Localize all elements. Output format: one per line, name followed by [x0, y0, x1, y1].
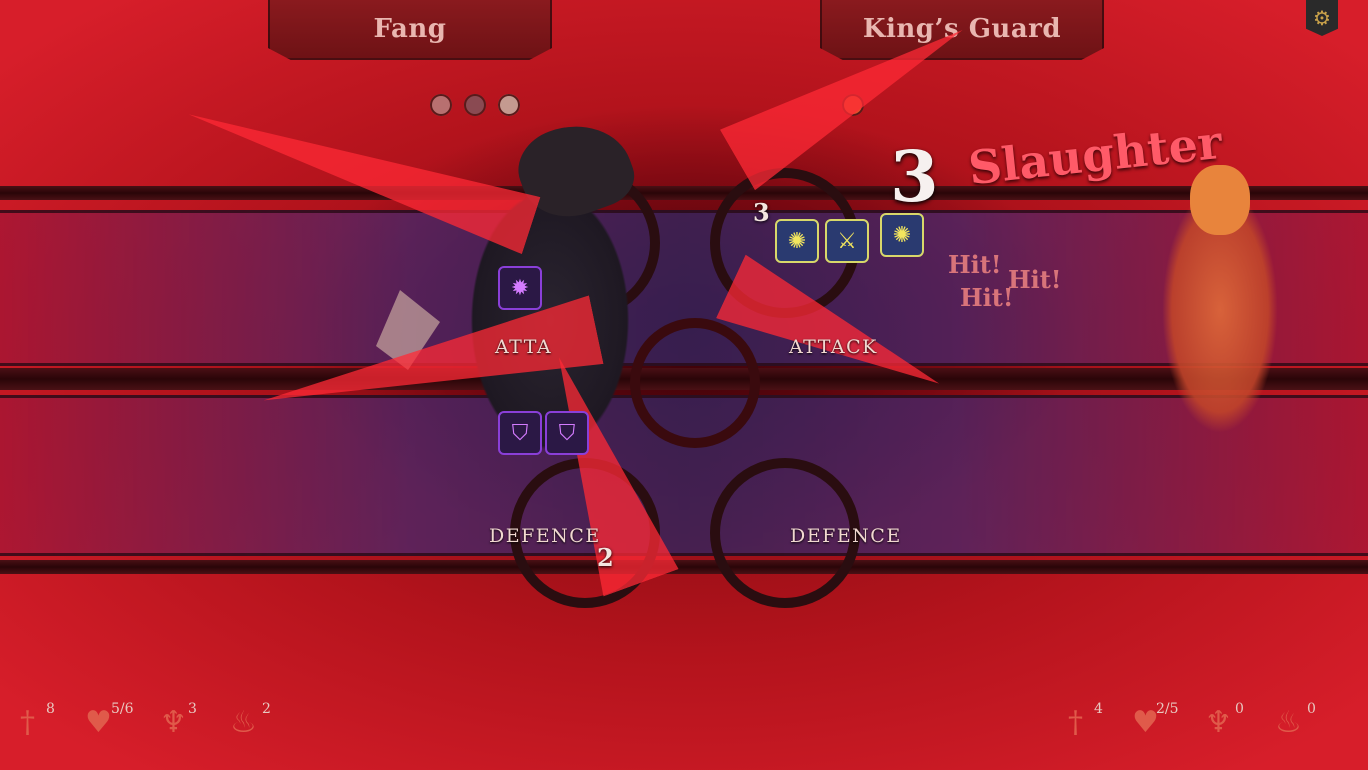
trophy-icon: ♆	[160, 705, 187, 740]
enemy-attack-label: ATTACK	[789, 336, 878, 358]
stone-icon[interactable]	[498, 94, 520, 116]
enemy-stat-trophy: ♆ 0	[1205, 701, 1244, 740]
player-status-icons	[430, 94, 520, 116]
shield-die-icon[interactable]: ⛉	[498, 411, 542, 455]
sword-icon: †	[1068, 705, 1083, 740]
player-attack-label: ATTA	[495, 336, 553, 358]
hit-text: Hit!	[1008, 265, 1062, 294]
hit-text: Hit!	[948, 250, 1002, 279]
flame-icon: ♨	[1275, 705, 1302, 740]
enemy-defence-label: DEFENCE	[790, 525, 902, 547]
player-stat-sword: † 8	[20, 701, 55, 740]
player-defence-value: 2	[597, 543, 614, 572]
enemy-stat-health: ♥ 2/5	[1132, 701, 1179, 740]
enemy-nameplate: King’s Guard	[820, 0, 1104, 60]
heart-icon: ♥	[85, 705, 112, 740]
sword-icon: †	[20, 705, 35, 740]
burst-die-icon[interactable]: ✹	[498, 266, 542, 310]
player-stat-health: ♥ 5/6	[85, 701, 134, 740]
trophy-icon: ♆	[1205, 705, 1232, 740]
player-stat-trophy: ♆ 3	[160, 701, 197, 740]
enemy-attack-value: 3	[753, 198, 770, 227]
enemy-stat-flame: ♨ 0	[1275, 701, 1316, 740]
gear-icon: ⚙	[1313, 6, 1331, 30]
sun-die-icon[interactable]: ✺	[775, 219, 819, 263]
crossed-swords-die-icon[interactable]: ⚔	[825, 219, 869, 263]
sun-die-icon[interactable]: ✺	[880, 213, 924, 257]
heart-icon: ♥	[1132, 705, 1159, 740]
settings-button[interactable]: ⚙	[1306, 0, 1338, 36]
combo-count: 3	[890, 135, 939, 218]
player-stat-flame: ♨ 2	[230, 701, 271, 740]
player-nameplate: Fang	[268, 0, 552, 60]
shield-die-icon[interactable]: ⛉	[545, 411, 589, 455]
enemy-stat-sword: † 4	[1068, 701, 1103, 740]
player-defence-label: DEFENCE	[489, 525, 601, 547]
kings-guard-head	[1190, 165, 1250, 235]
rune-icon[interactable]	[430, 94, 452, 116]
hit-text: Hit!	[960, 283, 1014, 312]
acorn-icon[interactable]	[464, 94, 486, 116]
flame-icon: ♨	[230, 705, 257, 740]
